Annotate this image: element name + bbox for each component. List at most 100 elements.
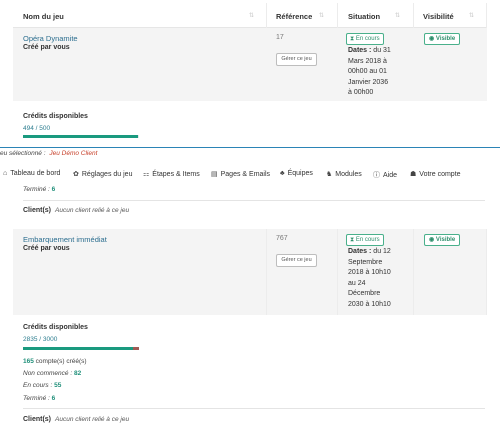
nav-equipes[interactable]: ♣ Équipes (280, 170, 313, 177)
selected-game-label: eu sélectionné : (0, 150, 46, 157)
header-visibility[interactable]: Visibilité (423, 12, 454, 21)
eye-icon: ◉ (429, 36, 435, 42)
created-by-prefix: Créé par (23, 245, 52, 252)
account-icon: ☗ (410, 171, 417, 178)
created-by: Créé par vous (23, 44, 70, 51)
nav-label: Aide (383, 172, 398, 179)
accounts-count: 165 (23, 358, 34, 365)
dates-line: à 00h00 (348, 89, 374, 96)
game-name-link[interactable]: Embarquement immédiat (23, 235, 107, 244)
nav-tableau-de-bord[interactable]: ⌂ Tableau de bord (3, 170, 60, 177)
finished-stat: Terminé : 6 (23, 395, 55, 402)
nav-aide[interactable]: ⓘ Aide (373, 170, 397, 180)
finished-value: 6 (51, 395, 56, 402)
dates-line: Mars 2018 à (348, 57, 387, 65)
created-by-user: vous (53, 245, 70, 252)
clients-text: Aucun client relié à ce jeu (55, 207, 130, 214)
table-row: Opéra Dynamite Créé par vous 17 Gérer ce… (13, 28, 487, 101)
users-icon: ♣ (280, 170, 285, 177)
nav-label: Votre compte (419, 171, 461, 178)
visibility-badge[interactable]: ◉ Visible (424, 33, 461, 45)
divider (23, 408, 485, 409)
finished-value: 6 (51, 186, 56, 193)
status-label: En cours (355, 237, 380, 243)
credits-section: Crédits disponibles 494 / 500 (13, 101, 487, 147)
credits-progress-fill (23, 135, 138, 138)
credits-used-fill (133, 347, 139, 350)
in-progress-label: En cours : (23, 382, 53, 389)
nav-pages-emails[interactable]: ▤ Pages & Emails (211, 170, 270, 178)
divider (23, 200, 485, 201)
nav-label: Équipes (287, 170, 313, 177)
sort-icon[interactable]: ⇅ (469, 12, 474, 19)
table-row: Embarquement immédiat Créé par vous 767 … (13, 229, 487, 315)
sort-icon[interactable]: ⇅ (395, 12, 400, 19)
gear-icon: ✿ (73, 171, 79, 178)
clients-info: Client(s) Aucun client relié à ce jeu (23, 416, 129, 423)
nav-label: Tableau de bord (10, 170, 61, 177)
finished-label: Terminé : (23, 395, 50, 402)
credits-title: Crédits disponibles (23, 324, 88, 331)
clients-label: Client(s) (23, 207, 51, 214)
nav-etapes-items[interactable]: ⚏ Étapes & Items (143, 170, 200, 178)
selected-game-indicator: eu sélectionné : Jeu Démo Client (0, 150, 97, 157)
nav-label: Modules (335, 171, 362, 178)
status-badge: ⧗ En cours (346, 234, 384, 246)
dates-line: Janvier 2036 (348, 78, 389, 86)
header-reference[interactable]: Référence (276, 12, 312, 21)
dates-block: Dates : du 31 Mars 2018 à 00h00 au 01 Ja… (348, 46, 391, 99)
dates-line: Septembre (348, 258, 383, 266)
sort-icon[interactable]: ⇅ (249, 12, 254, 19)
dates-line: du 31 (373, 47, 391, 54)
dates-line: 2030 à 10h10 (348, 300, 391, 308)
finished-stat: Terminé : 6 (23, 186, 55, 193)
visibility-label: Visible (435, 237, 456, 243)
nav-modules[interactable]: ♞ Modules (326, 170, 362, 178)
credits-progress-fill (23, 347, 133, 350)
dates-label: Dates : (348, 47, 372, 54)
game-name-link[interactable]: Opéra Dynamite (23, 34, 78, 43)
in-progress-stat: En cours : 55 (23, 382, 61, 389)
manage-game-button[interactable]: Gérer ce jeu (276, 53, 317, 66)
accounts-created: 165 compte(s) créé(s) (23, 358, 87, 365)
eye-icon: ◉ (429, 237, 435, 243)
dates-line: du 12 (373, 248, 391, 255)
sort-icon[interactable]: ⇅ (319, 12, 324, 19)
dates-line: au 24 (348, 279, 366, 287)
accounts-label: compte(s) créé(s) (35, 358, 87, 365)
manage-game-button[interactable]: Gérer ce jeu (276, 254, 317, 267)
info-icon: ⓘ (373, 172, 380, 179)
credits-section: Crédits disponibles 2835 / 3000 165 comp… (13, 315, 487, 437)
table-header: Nom du jeu ⇅ Référence ⇅ Situation ⇅ Vis… (13, 3, 487, 28)
header-situation[interactable]: Situation (348, 12, 380, 21)
visibility-badge[interactable]: ◉ Visible (424, 234, 461, 246)
clients-label: Client(s) (23, 416, 51, 423)
clients-text: Aucun client relié à ce jeu (55, 416, 130, 423)
credits-progress-bar (23, 347, 139, 350)
status-label: En cours (355, 36, 380, 42)
selected-game-name[interactable]: Jeu Démo Client (49, 150, 97, 157)
header-name[interactable]: Nom du jeu (23, 12, 64, 21)
dates-line: 00h00 au 01 (348, 68, 387, 75)
reference-number: 767 (276, 235, 288, 242)
sitemap-icon: ⚏ (143, 171, 150, 178)
nav-votre-compte[interactable]: ☗ Votre compte (410, 170, 461, 178)
credits-title: Crédits disponibles (23, 113, 88, 120)
column-divider (486, 229, 487, 315)
nav-label: Étapes & Items (152, 171, 200, 178)
clients-info: Client(s) Aucun client relié à ce jeu (23, 207, 129, 214)
dates-label: Dates : (348, 248, 372, 255)
created-by-user: vous (53, 44, 70, 51)
nav-reglages[interactable]: ✿ Réglages du jeu (73, 170, 132, 178)
reference-number: 17 (276, 34, 284, 41)
not-started-label: Non commencé : (23, 370, 73, 377)
document-icon: ▤ (211, 171, 218, 178)
created-by-prefix: Créé par (23, 44, 52, 51)
main-navbar: ⌂ Tableau de bord ✿ Réglages du jeu ⚏ Étape… (0, 163, 500, 185)
not-started-stat: Non commencé : 82 (23, 370, 81, 377)
nav-label: Réglages du jeu (81, 171, 133, 178)
partial-row-section: Terminé : 6 Client(s) Aucun client relié … (13, 182, 487, 220)
hourglass-icon: ⧗ (350, 36, 355, 42)
credits-progress-bar (23, 135, 139, 138)
credits-value: 2835 / 3000 (23, 336, 58, 343)
